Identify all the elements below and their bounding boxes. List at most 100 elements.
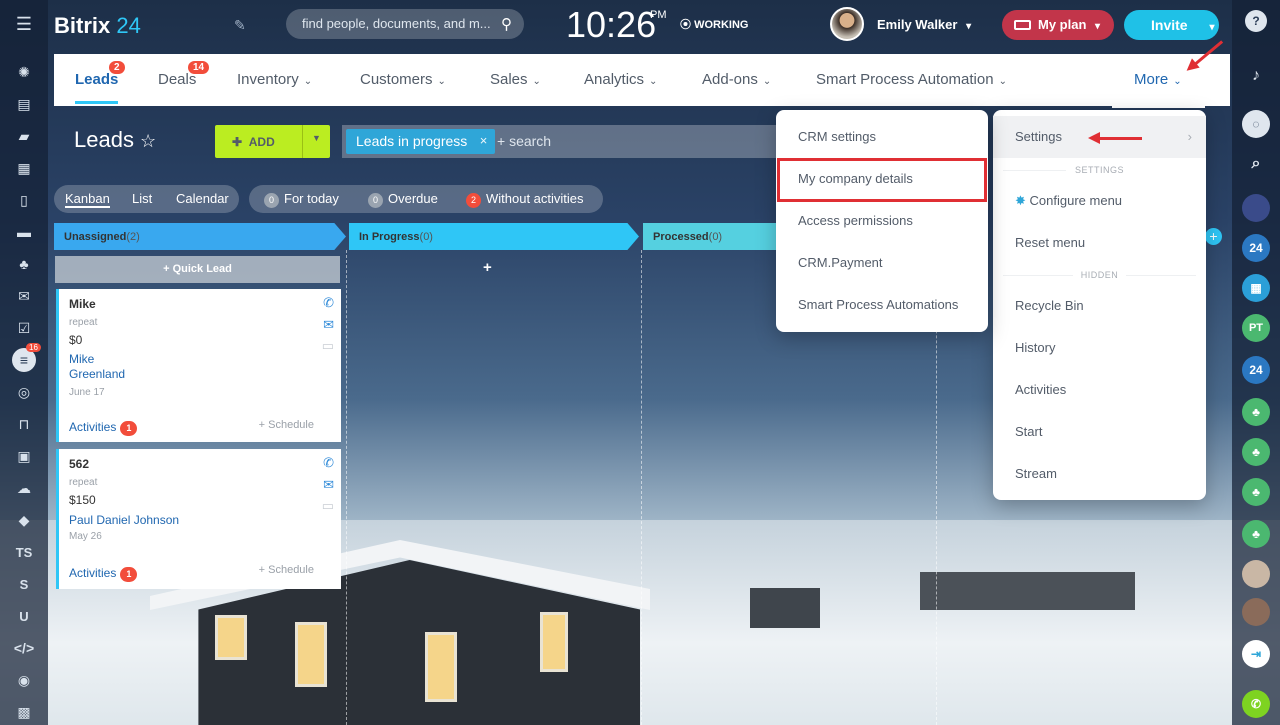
employees-icon[interactable]: ♣ xyxy=(12,252,36,276)
counter-without-activities[interactable]: 2 Without activities xyxy=(466,191,584,208)
work-status[interactable]: ⦿ WORKING xyxy=(680,16,748,32)
phone-icon[interactable]: ✆ xyxy=(323,455,334,471)
code-icon[interactable]: </> xyxy=(12,636,36,660)
menu-item-recycle-bin[interactable]: Recycle Bin xyxy=(993,285,1206,327)
help-icon[interactable]: ? xyxy=(1245,10,1267,32)
schedule-link[interactable]: + Schedule xyxy=(259,564,314,576)
user-avatar[interactable] xyxy=(1242,598,1270,626)
filter-tag[interactable]: Leads in progress × xyxy=(346,129,496,154)
message-icon[interactable]: ▭ xyxy=(322,338,334,354)
card-title[interactable]: 562 xyxy=(69,457,89,471)
view-list[interactable]: List xyxy=(132,191,152,206)
menu-item-activities[interactable]: Activities xyxy=(993,369,1206,411)
lead-card[interactable]: 562 repeat $150 Paul Daniel Johnson May … xyxy=(56,449,341,589)
column-processed[interactable]: Processed(0) xyxy=(643,223,783,250)
menu-item-configure[interactable]: ✸ Configure menu xyxy=(993,180,1206,222)
checkbox-icon[interactable]: ☑ xyxy=(12,316,36,340)
tasks-icon[interactable]: ▤ xyxy=(12,92,36,116)
tab-leads[interactable]: Leads 2 xyxy=(75,60,126,104)
group-chat-icon[interactable]: ♣ xyxy=(1242,438,1270,466)
card-activities[interactable]: Activities 1 xyxy=(69,566,138,582)
open-lines-icon[interactable]: ◌ xyxy=(1242,110,1270,138)
view-kanban[interactable]: Kanban xyxy=(65,191,110,208)
sidebar-item-s[interactable]: S xyxy=(12,572,36,596)
tab-deals[interactable]: Deals 14 xyxy=(158,60,211,88)
mail-icon[interactable]: ✉ xyxy=(323,317,334,333)
drive-icon[interactable]: ▬ xyxy=(12,220,36,244)
crm-filter-icon[interactable]: ≡ 16 xyxy=(12,343,41,372)
chat-24-second[interactable]: 24 xyxy=(1242,356,1270,384)
feed-icon[interactable]: ✺ xyxy=(12,60,36,84)
menu-item-smart-process-automations[interactable]: Smart Process Automations xyxy=(776,284,988,326)
sidebar-item-ts[interactable]: TS xyxy=(12,540,36,564)
notifications-bell-icon[interactable]: ♪ xyxy=(1242,62,1270,90)
sidebar-item-u[interactable]: U xyxy=(12,604,36,628)
pencil-icon[interactable]: ✎ xyxy=(234,17,246,34)
documents-icon[interactable]: ▯ xyxy=(12,188,36,212)
add-column-icon[interactable]: + xyxy=(1205,228,1222,245)
tab-add-ons[interactable]: Add-ons ⌄ xyxy=(702,71,771,88)
contact-card-icon[interactable]: ▣ xyxy=(12,444,36,468)
remove-filter-icon[interactable]: × xyxy=(480,133,488,148)
filter-search-box[interactable]: Leads in progress × + search xyxy=(342,125,782,158)
more-tab-label[interactable]: More ⌄ xyxy=(1134,71,1182,88)
mail-icon[interactable]: ✉ xyxy=(323,477,334,493)
tab-analytics[interactable]: Analytics ⌄ xyxy=(584,71,657,88)
menu-item-crm-payment[interactable]: CRM.Payment xyxy=(776,242,988,284)
menu-item-start[interactable]: Start xyxy=(993,411,1206,453)
phone-icon[interactable]: ✆ xyxy=(323,295,334,311)
search-icon[interactable]: ⌕ xyxy=(1242,150,1270,178)
chat-icon[interactable]: ▰ xyxy=(12,124,36,148)
add-button[interactable]: ✚ ADD ▼ xyxy=(215,125,330,158)
my-plan-button[interactable]: My plan ▾ xyxy=(1002,10,1114,40)
calendar-chat-icon[interactable]: ▦ xyxy=(1242,274,1270,302)
avatar[interactable] xyxy=(830,7,864,41)
add-lead-plus-icon[interactable]: + xyxy=(483,259,492,276)
tab-customers[interactable]: Customers ⌄ xyxy=(360,71,446,88)
chat-pt[interactable]: PT xyxy=(1242,314,1270,342)
calendar-icon[interactable]: ▦ xyxy=(12,156,36,180)
add-dropdown-caret-icon[interactable]: ▼ xyxy=(302,125,330,158)
bitrix-logo[interactable]: Bitrix 24 xyxy=(54,13,141,39)
search-input[interactable]: find people, documents, and m... ⚲ xyxy=(286,9,524,39)
tab-inventory[interactable]: Inventory ⌄ xyxy=(237,71,312,88)
avatar-galaxy[interactable] xyxy=(1242,194,1270,222)
menu-item-access-permissions[interactable]: Access permissions xyxy=(776,200,988,242)
tab-smart-process-automation[interactable]: Smart Process Automation ⌄ xyxy=(816,71,1007,88)
chat-24[interactable]: 24 xyxy=(1242,234,1270,262)
user-menu[interactable]: Emily Walker ▾ xyxy=(877,17,971,32)
mail-icon[interactable]: ✉ xyxy=(12,284,36,308)
favorite-star-icon[interactable]: ☆ xyxy=(140,131,156,152)
menu-item-history[interactable]: History xyxy=(993,327,1206,369)
group-chat-icon[interactable]: ♣ xyxy=(1242,398,1270,426)
tab-sales[interactable]: Sales ⌄ xyxy=(490,71,541,88)
quick-lead-button[interactable]: + Quick Lead xyxy=(55,256,340,283)
user-avatar[interactable] xyxy=(1242,560,1270,588)
counter-overdue[interactable]: 0 Overdue xyxy=(368,191,438,208)
cart-icon[interactable]: ⊓ xyxy=(12,412,36,436)
cloud-icon[interactable]: ☁ xyxy=(12,476,36,500)
group-chat-icon[interactable]: ♣ xyxy=(1242,520,1270,548)
column-in-progress[interactable]: In Progress(0) xyxy=(349,223,639,250)
menu-item-crm-settings[interactable]: CRM settings xyxy=(776,116,988,158)
robot-icon[interactable]: ◉ xyxy=(12,668,36,692)
logout-icon[interactable]: ⇥ xyxy=(1242,640,1270,668)
counter-for-today[interactable]: 0 For today xyxy=(264,191,339,208)
view-calendar[interactable]: Calendar xyxy=(176,191,229,206)
hamburger-menu-icon[interactable]: ☰ xyxy=(12,12,36,36)
target-icon[interactable]: ◎ xyxy=(12,380,36,404)
card-contact[interactable]: Paul Daniel Johnson xyxy=(69,513,179,528)
column-unassigned[interactable]: Unassigned(2) xyxy=(54,223,346,250)
card-title[interactable]: Mike xyxy=(69,297,96,311)
menu-item-reset[interactable]: Reset menu xyxy=(993,222,1206,264)
apps-icon[interactable]: ▩ xyxy=(12,700,36,724)
lead-card[interactable]: Mike repeat $0 Mike Greenland June 17 Ac… xyxy=(56,289,341,442)
card-activities[interactable]: Activities 1 xyxy=(69,420,138,436)
group-chat-icon[interactable]: ♣ xyxy=(1242,478,1270,506)
menu-item-stream[interactable]: Stream xyxy=(993,453,1206,495)
invite-button[interactable]: Invite ▾ xyxy=(1124,10,1219,40)
message-icon[interactable]: ▭ xyxy=(322,498,334,514)
phone-icon[interactable]: ✆ xyxy=(1242,690,1270,718)
schedule-link[interactable]: + Schedule xyxy=(259,419,314,431)
card-contact[interactable]: Mike Greenland xyxy=(69,352,149,382)
